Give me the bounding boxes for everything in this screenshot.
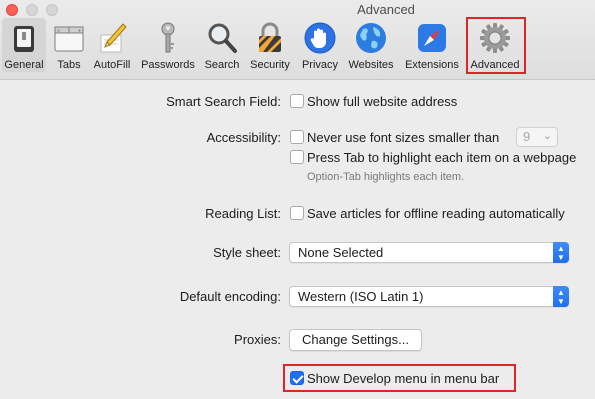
toolbar-search-label: Search [204, 59, 240, 71]
style-sheet-select[interactable]: None Selected ▲ ▼ [289, 242, 569, 263]
svg-text:×: × [57, 29, 60, 35]
accessibility-label: Accessibility: [206, 130, 281, 145]
min-font-size-value: 9 [523, 129, 531, 144]
toolbar-tabs-label: Tabs [57, 59, 81, 71]
toolbar-passwords-label: Passwords [141, 59, 195, 71]
toolbar-websites[interactable]: Websites [346, 20, 396, 76]
min-font-size-select[interactable]: 9 ⌄ [516, 127, 558, 147]
preferences-window: Advanced General × + Tabs AutoFill Passw… [0, 0, 595, 399]
toolbar-privacy[interactable]: Privacy [300, 20, 340, 76]
globe-icon [354, 21, 388, 55]
min-font-size-text[interactable]: Never use font sizes smaller than [307, 130, 499, 145]
option-tab-hint: Option-Tab highlights each item. [307, 171, 465, 183]
show-develop-menu-text[interactable]: Show Develop menu in menu bar [307, 371, 499, 386]
svg-text:+: + [78, 29, 81, 35]
toolbar-security-label: Security [250, 59, 290, 71]
chevron-down-icon: ⌄ [542, 130, 552, 142]
offline-reading-text[interactable]: Save articles for offline reading automa… [307, 206, 565, 221]
window-title: Advanced [357, 2, 415, 17]
toolbar-advanced[interactable]: Advanced [468, 20, 522, 76]
key-icon [151, 21, 185, 55]
style-sheet-label: Style sheet: [213, 245, 281, 260]
change-settings-button[interactable]: Change Settings... [289, 329, 422, 351]
toolbar-security[interactable]: Security [248, 20, 292, 76]
tabs-icon: × + [52, 21, 86, 55]
gear-icon [478, 21, 512, 55]
toolbar-search[interactable]: Search [204, 20, 240, 76]
stepper-icon: ▲ ▼ [553, 242, 569, 263]
default-encoding-value: Western (ISO Latin 1) [298, 289, 424, 304]
compass-icon [415, 21, 449, 55]
show-full-address-text[interactable]: Show full website address [307, 94, 457, 109]
toolbar-autofill-label: AutoFill [93, 59, 131, 71]
offline-reading-checkbox[interactable] [290, 206, 304, 220]
toolbar-privacy-label: Privacy [301, 59, 339, 71]
default-encoding-label: Default encoding: [179, 289, 281, 304]
toolbar-passwords[interactable]: Passwords [140, 20, 196, 76]
smart-search-label: Smart Search Field: [166, 94, 281, 109]
default-encoding-select[interactable]: Western (ISO Latin 1) ▲ ▼ [289, 286, 569, 307]
general-icon [7, 21, 41, 55]
toolbar-general-label: General [4, 59, 44, 71]
hand-icon [303, 21, 337, 55]
toolbar-autofill[interactable]: AutoFill [92, 20, 132, 76]
toolbar-extensions-label: Extensions [405, 59, 459, 71]
show-full-address-checkbox[interactable] [290, 94, 304, 108]
titlebar: Advanced General × + Tabs AutoFill Passw… [0, 0, 595, 80]
padlock-icon [253, 21, 287, 55]
press-tab-text[interactable]: Press Tab to highlight each item on a we… [307, 150, 576, 165]
stepper-icon: ▲ ▼ [553, 286, 569, 307]
min-font-size-checkbox[interactable] [290, 130, 304, 144]
press-tab-checkbox[interactable] [290, 150, 304, 164]
magnifier-icon [205, 21, 239, 55]
reading-list-label: Reading List: [205, 206, 281, 221]
toolbar-advanced-label: Advanced [470, 59, 520, 71]
style-sheet-value: None Selected [298, 245, 384, 260]
proxies-label: Proxies: [234, 332, 281, 347]
autofill-pencil-icon [95, 21, 129, 55]
show-develop-menu-checkbox[interactable] [290, 371, 304, 385]
toolbar-extensions[interactable]: Extensions [403, 20, 461, 76]
toolbar-websites-label: Websites [348, 59, 394, 71]
toolbar-tabs[interactable]: × + Tabs [52, 20, 86, 76]
toolbar-general[interactable]: General [4, 20, 44, 76]
